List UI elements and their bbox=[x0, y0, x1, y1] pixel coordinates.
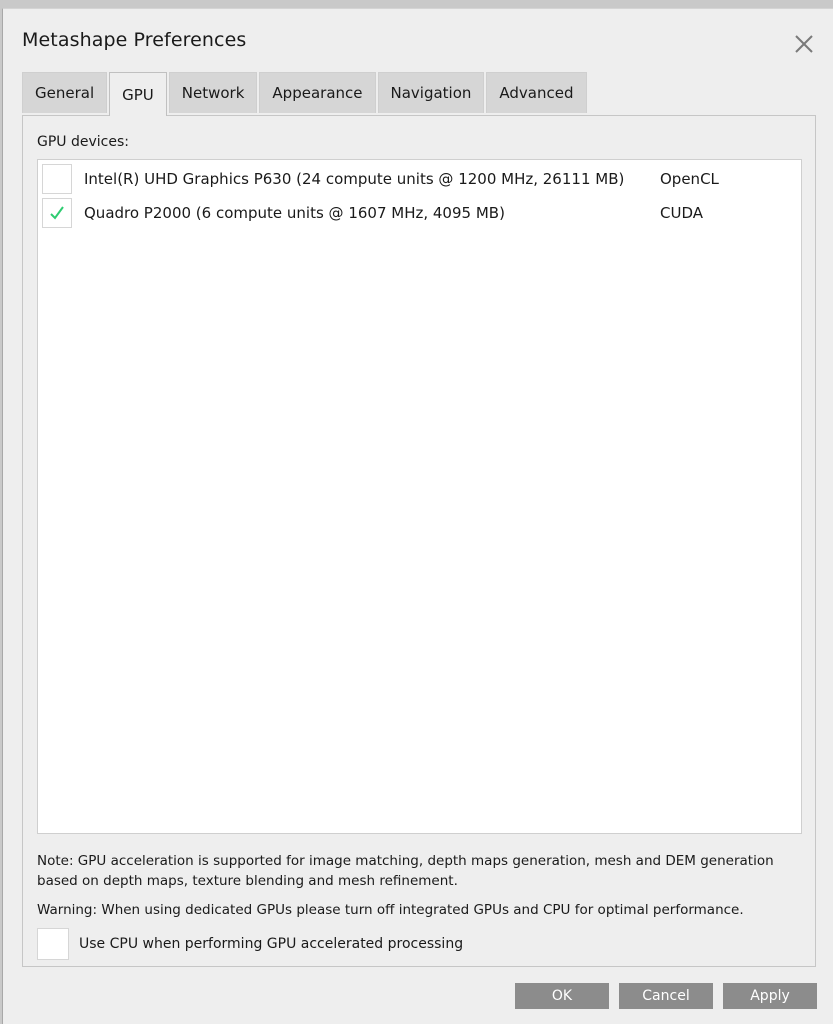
use-cpu-checkbox[interactable] bbox=[37, 928, 69, 960]
gpu-panel: GPU devices: Intel(R) UHD Graphics P630 … bbox=[22, 115, 816, 967]
use-cpu-option[interactable]: Use CPU when performing GPU accelerated … bbox=[37, 928, 463, 960]
tab-appearance[interactable]: Appearance bbox=[259, 72, 376, 113]
tab-bar: General GPU Network Appearance Navigatio… bbox=[22, 72, 587, 116]
close-button[interactable] bbox=[789, 29, 819, 59]
device-row-intel[interactable]: Intel(R) UHD Graphics P630 (24 compute u… bbox=[42, 163, 797, 195]
gpu-device-list: Intel(R) UHD Graphics P630 (24 compute u… bbox=[37, 159, 802, 834]
dialog-buttons: OK Cancel Apply bbox=[515, 983, 817, 1009]
tab-navigation[interactable]: Navigation bbox=[377, 72, 485, 113]
device-name: Quadro P2000 (6 compute units @ 1607 MHz… bbox=[84, 204, 505, 222]
use-cpu-label: Use CPU when performing GPU accelerated … bbox=[79, 936, 464, 952]
gpu-warning-text: Warning: When using dedicated GPUs pleas… bbox=[37, 902, 744, 918]
tab-gpu[interactable]: GPU bbox=[109, 72, 167, 116]
checkmark-icon bbox=[50, 206, 64, 220]
device-checkbox-quadro[interactable] bbox=[42, 198, 72, 228]
gpu-note-text: Note: GPU acceleration is supported for … bbox=[37, 853, 774, 889]
dialog-title: Metashape Preferences bbox=[22, 29, 247, 51]
device-api: OpenCL bbox=[660, 170, 719, 188]
device-checkbox-intel[interactable] bbox=[42, 164, 72, 194]
device-row-quadro[interactable]: Quadro P2000 (6 compute units @ 1607 MHz… bbox=[42, 197, 797, 229]
preferences-dialog: Metashape Preferences General GPU Networ… bbox=[2, 8, 833, 1024]
ok-button[interactable]: OK bbox=[515, 983, 609, 1009]
cancel-button[interactable]: Cancel bbox=[619, 983, 713, 1009]
gpu-devices-label: GPU devices: bbox=[37, 134, 129, 150]
tab-advanced[interactable]: Advanced bbox=[486, 72, 587, 113]
device-name: Intel(R) UHD Graphics P630 (24 compute u… bbox=[84, 170, 625, 188]
apply-button[interactable]: Apply bbox=[723, 983, 817, 1009]
close-icon bbox=[795, 35, 813, 53]
tab-network[interactable]: Network bbox=[168, 72, 258, 113]
tab-general[interactable]: General bbox=[22, 72, 108, 113]
device-api: CUDA bbox=[660, 204, 704, 222]
